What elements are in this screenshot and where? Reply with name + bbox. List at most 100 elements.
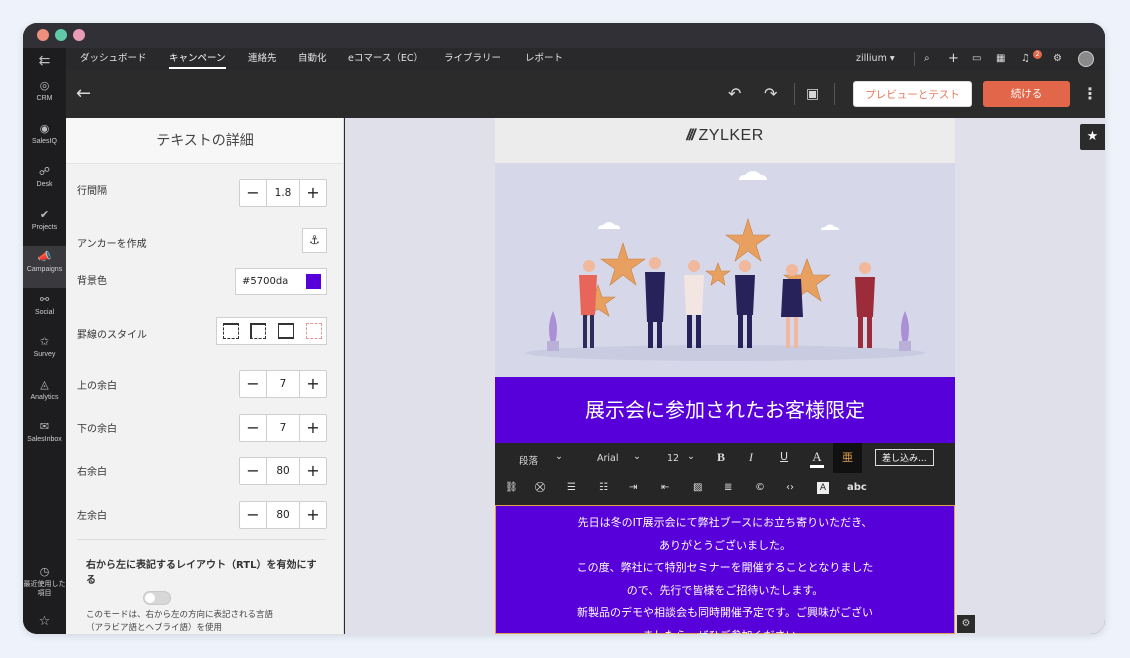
- font-dropdown[interactable]: Arial: [597, 453, 619, 464]
- save-icon[interactable]: ▣: [806, 70, 819, 118]
- sidebar-item-desk[interactable]: ☍ Desk: [23, 164, 66, 202]
- decrement-button[interactable]: −: [240, 371, 267, 397]
- nav-automation[interactable]: 自動化: [298, 48, 327, 70]
- italic-button[interactable]: I: [749, 450, 753, 465]
- line-height-value[interactable]: 1.8: [267, 180, 299, 206]
- continue-button[interactable]: 続ける: [983, 81, 1070, 107]
- body-line: 先日は冬のIT展示会にて弊社ブースにお立ち寄りいただき、: [577, 516, 873, 529]
- search-icon[interactable]: ⌕: [924, 48, 930, 70]
- nav-reports[interactable]: レポート: [525, 48, 563, 70]
- favorites-icon[interactable]: ☆: [23, 614, 66, 634]
- source-code-icon[interactable]: ‹›: [786, 482, 794, 493]
- increment-button[interactable]: +: [299, 458, 326, 484]
- underline-button[interactable]: U: [780, 450, 788, 463]
- editor-canvas: /// ZYLKER 展示会に参加されたお客様限定 段落 ⌄ Arial ⌄ 1…: [345, 118, 1105, 634]
- sidebar-item-campaigns[interactable]: 📣 Campaigns: [23, 246, 66, 288]
- outdent-icon[interactable]: ⇤: [661, 482, 669, 493]
- highlight-color-button[interactable]: 亜: [833, 443, 862, 473]
- bg-color-field[interactable]: #5700da: [235, 268, 327, 295]
- paragraph-dropdown[interactable]: 段落: [519, 453, 538, 467]
- settings-icon[interactable]: ⚙: [1053, 48, 1062, 70]
- border-style-horizontal-icon[interactable]: [278, 323, 294, 339]
- sidebar-item-projects[interactable]: ✔ Projects: [23, 207, 66, 245]
- window-maximize-dot[interactable]: [73, 29, 85, 41]
- unlink-icon[interactable]: ⛒: [535, 482, 545, 493]
- avatar[interactable]: [1078, 51, 1094, 67]
- anchor-icon[interactable]: ⚓: [302, 228, 327, 253]
- bg-color-swatch[interactable]: [306, 274, 321, 289]
- sidebar-item-analytics[interactable]: ◬ Analytics: [23, 377, 66, 415]
- back-arrow-icon[interactable]: ←: [76, 70, 91, 118]
- bold-button[interactable]: B: [717, 450, 725, 465]
- border-style-none-icon[interactable]: [306, 323, 322, 339]
- link-icon[interactable]: ⛓: [505, 482, 518, 493]
- nav-campaigns[interactable]: キャンペーン: [169, 48, 226, 70]
- horizontal-rule-icon[interactable]: ≣: [724, 482, 732, 493]
- star-icon[interactable]: ★: [1080, 124, 1105, 150]
- border-style-top-icon[interactable]: [223, 323, 239, 339]
- social-icon: ⚯: [39, 293, 50, 306]
- increment-button[interactable]: +: [299, 180, 326, 206]
- menu-toggle-icon[interactable]: ⇇: [23, 50, 66, 72]
- spellcheck-button[interactable]: abc: [847, 482, 867, 493]
- decrement-button[interactable]: −: [240, 180, 267, 206]
- border-style-corner-icon[interactable]: [250, 323, 266, 339]
- text-color-button[interactable]: A: [810, 449, 824, 468]
- decrement-button[interactable]: −: [240, 415, 267, 441]
- nav-library[interactable]: ライブラリー: [444, 48, 501, 70]
- decrement-button[interactable]: −: [240, 458, 267, 484]
- sidebar-item-salesinbox[interactable]: ✉ SalesInbox: [23, 419, 66, 457]
- bullet-list-icon[interactable]: ☰: [567, 482, 576, 493]
- logo-header[interactable]: /// ZYLKER: [495, 118, 955, 163]
- body-line: 新製品のデモや相談会も同時開催予定です。ご興味がござい: [577, 606, 873, 619]
- nav-contacts[interactable]: 連絡先: [248, 48, 277, 70]
- image-icon[interactable]: ▨: [693, 482, 702, 493]
- increment-button[interactable]: +: [299, 502, 326, 528]
- redo-icon[interactable]: ↷: [764, 70, 777, 118]
- copyright-icon[interactable]: ©: [755, 482, 765, 493]
- top-padding-value[interactable]: 7: [267, 371, 299, 397]
- preview-test-button[interactable]: プレビューとテスト: [853, 81, 972, 107]
- campaigns-icon: 📣: [37, 250, 52, 263]
- chevron-down-icon[interactable]: ⌄: [687, 451, 695, 462]
- decrement-button[interactable]: −: [240, 502, 267, 528]
- increment-button[interactable]: +: [299, 371, 326, 397]
- bottom-padding-value[interactable]: 7: [267, 415, 299, 441]
- body-line: ありがとうございました。: [659, 538, 791, 552]
- folder-icon[interactable]: ▭: [972, 48, 981, 70]
- undo-icon[interactable]: ↶: [728, 70, 741, 118]
- org-selector[interactable]: zillium ▾: [856, 48, 895, 70]
- chevron-down-icon[interactable]: ⌄: [555, 451, 563, 462]
- body-text-block[interactable]: 先日は冬のIT展示会にて弊社ブースにお立ち寄りいただき、 ありがとうございました…: [495, 505, 955, 634]
- history-icon: ◷: [39, 565, 50, 578]
- bg-color-hex[interactable]: #5700da: [242, 269, 288, 294]
- clear-format-icon[interactable]: A: [817, 482, 829, 494]
- window-minimize-dot[interactable]: [55, 29, 67, 41]
- sidebar-item-label: Analytics: [30, 394, 59, 401]
- numbered-list-icon[interactable]: ☷: [599, 482, 608, 493]
- right-padding-value[interactable]: 80: [267, 458, 299, 484]
- calendar-icon[interactable]: ▦: [996, 48, 1005, 70]
- font-size-dropdown[interactable]: 12: [667, 453, 679, 464]
- sidebar-item-survey[interactable]: ✩ Survey: [23, 334, 66, 372]
- analytics-icon: ◬: [40, 378, 49, 391]
- more-options-icon[interactable]: ⋮: [1082, 70, 1098, 118]
- chevron-down-icon[interactable]: ⌄: [633, 451, 641, 462]
- left-padding-value[interactable]: 80: [267, 502, 299, 528]
- rtl-toggle[interactable]: [143, 591, 171, 605]
- add-icon[interactable]: +: [948, 48, 959, 70]
- block-settings-icon[interactable]: ⚙: [957, 615, 975, 633]
- bell-icon[interactable]: ♫: [1021, 48, 1030, 70]
- nav-ecommerce[interactable]: eコマース（EC）: [348, 48, 423, 70]
- sidebar-item-crm[interactable]: ◎ CRM: [23, 78, 66, 116]
- merge-tags-button[interactable]: 差し込み...: [875, 449, 934, 466]
- increment-button[interactable]: +: [299, 415, 326, 441]
- window-close-dot[interactable]: [37, 29, 49, 41]
- sidebar-item-salesiq[interactable]: ◉ SalesIQ: [23, 121, 66, 159]
- nav-dashboard[interactable]: ダッシュボード: [80, 48, 147, 70]
- hero-image[interactable]: [495, 163, 955, 377]
- sidebar-item-social[interactable]: ⚯ Social: [23, 292, 66, 330]
- sidebar-item-recent[interactable]: ◷ 最近使用した項目: [23, 564, 66, 608]
- banner-heading[interactable]: 展示会に参加されたお客様限定: [495, 377, 955, 443]
- indent-icon[interactable]: ⇥: [629, 482, 637, 493]
